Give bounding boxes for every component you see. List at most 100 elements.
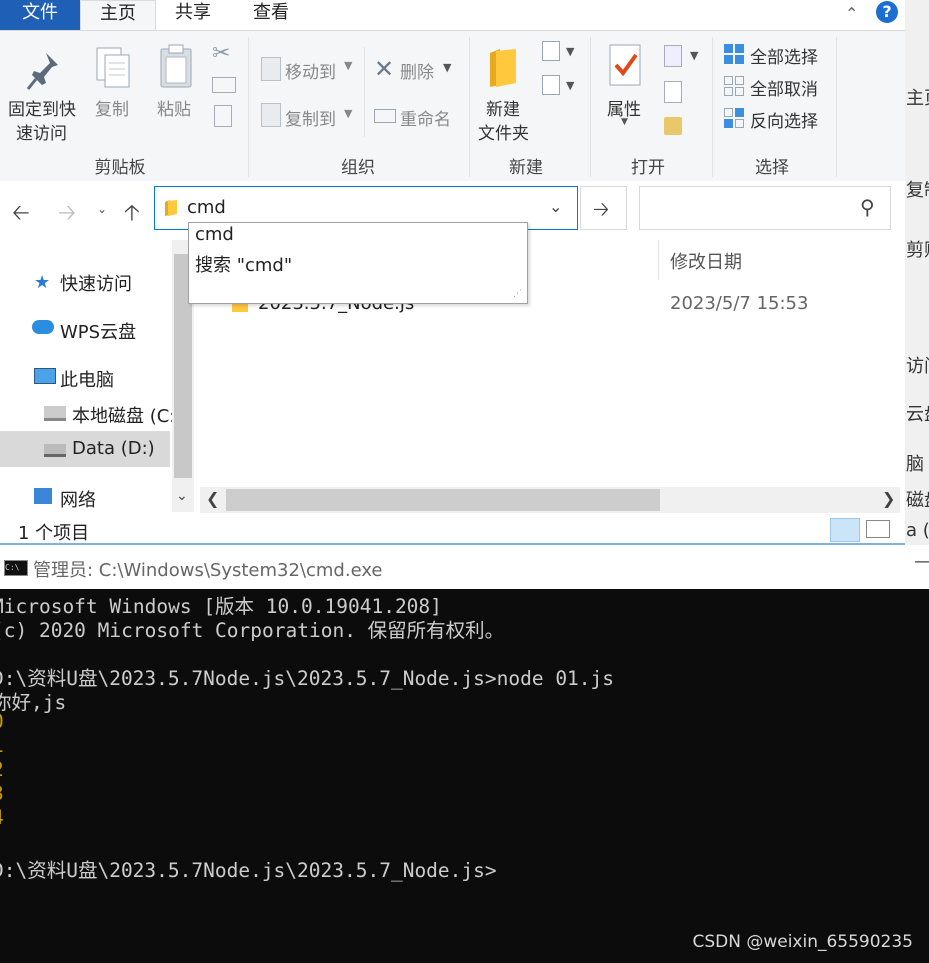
paste-shortcut-icon[interactable] — [214, 105, 232, 127]
scroll-left-icon[interactable]: ❮ — [206, 489, 219, 508]
cmd-title-bar[interactable]: C:\ 管理员: C:\Windows\System32\cmd.exe — — [0, 545, 929, 589]
collapse-ribbon-icon[interactable]: ⌃ — [845, 4, 858, 23]
delete-button[interactable]: 删除 — [400, 58, 434, 83]
console-output-number: 2 — [0, 758, 4, 781]
open-dropdown-icon[interactable]: ▼ — [690, 49, 698, 62]
paste-button[interactable]: 粘贴 — [157, 95, 191, 120]
nav-item-this-pc[interactable]: 此电脑 — [60, 366, 114, 392]
search-input[interactable]: ⚲ — [639, 186, 891, 230]
tab-view[interactable]: 查看 — [238, 0, 304, 30]
background-text: 剪贴 — [906, 240, 929, 261]
forward-arrow-icon[interactable]: 🡢 — [58, 196, 76, 234]
rename-icon — [374, 109, 396, 123]
star-icon: ★ — [34, 272, 51, 293]
nav-item-wps-cloud[interactable]: WPS云盘 — [60, 318, 136, 344]
tab-home[interactable]: 主页 — [80, 0, 156, 32]
console-prompt[interactable]: D:\资料U盘\2023.5.7Node.js\2023.5.7_Node.js… — [0, 854, 497, 883]
console-line: 你好,js — [0, 691, 67, 714]
resize-grip-icon[interactable]: ⋰ — [513, 289, 522, 299]
nav-scroll-down-icon[interactable]: ⌄ — [176, 488, 188, 504]
ribbon-tab-bar: 文件 主页 共享 查看 ⌃ ? — [0, 0, 905, 32]
copy-button[interactable]: 复制 — [95, 95, 129, 120]
console-output-number: 4 — [0, 806, 4, 829]
rename-button[interactable]: 重命名 — [400, 105, 451, 130]
background-text: 磁盘 — [906, 490, 929, 511]
nav-item-local-disk-c[interactable]: 本地磁盘 (C: — [72, 402, 175, 428]
select-group-label: 选择 — [755, 158, 789, 178]
paste-icon — [160, 44, 192, 88]
folder-icon — [165, 200, 177, 216]
console-output-number: 3 — [0, 782, 4, 805]
new-group-label: 新建 — [509, 158, 543, 178]
watermark: CSDN @weixin_65590235 — [692, 932, 913, 952]
file-list-scrollbar-thumb[interactable] — [226, 489, 660, 511]
help-icon[interactable]: ? — [876, 1, 898, 23]
item-count: 1 个项目 — [18, 523, 90, 544]
copy-to-dropdown-icon[interactable]: ▼ — [344, 107, 352, 120]
cmd-console[interactable]: Microsoft Windows [版本 10.0.19041.208] (c… — [0, 589, 929, 963]
background-text: 云盘 — [906, 404, 929, 425]
pin-icon — [26, 53, 58, 90]
copy-to-button[interactable]: 复制到 — [285, 105, 336, 130]
select-all-button[interactable]: 全部选择 — [750, 43, 818, 68]
search-icon: ⚲ — [860, 195, 875, 219]
nav-item-quick-access[interactable]: 快速访问 — [60, 270, 132, 296]
address-dropdown-chevron-icon[interactable]: ⌄ — [549, 197, 562, 216]
recent-locations-chevron-icon[interactable]: ⌄ — [97, 202, 107, 216]
properties-icon — [609, 44, 641, 86]
details-view-icon[interactable] — [830, 518, 860, 542]
group-separator — [590, 37, 591, 177]
file-row-modified: 2023/5/7 15:53 — [670, 293, 809, 314]
nav-item-network[interactable]: 网络 — [60, 486, 96, 512]
cmd-window-title: 管理员: C:\Windows\System32\cmd.exe — [33, 560, 383, 581]
background-text: 复制 — [906, 180, 929, 201]
easy-access-dropdown-icon[interactable]: ▼ — [566, 79, 574, 92]
select-all-icon — [724, 44, 744, 64]
address-input[interactable]: cmd — [187, 197, 226, 218]
group-separator — [712, 37, 713, 177]
new-item-dropdown-icon[interactable]: ▼ — [566, 45, 574, 58]
pin-quick-access-label-2[interactable]: 速访问 — [16, 119, 67, 144]
autocomplete-item-search[interactable]: 搜索 "cmd" — [195, 251, 292, 277]
large-icons-view-icon[interactable] — [866, 520, 890, 538]
up-arrow-icon[interactable]: 🡡 — [124, 196, 140, 234]
back-arrow-icon[interactable]: 🡠 — [12, 196, 30, 234]
clipboard-group-label: 剪贴板 — [94, 158, 146, 178]
move-to-dropdown-icon[interactable]: ▼ — [344, 59, 352, 72]
computer-icon — [34, 368, 56, 384]
tab-share[interactable]: 共享 — [160, 0, 226, 30]
autocomplete-item-cmd[interactable]: cmd — [195, 224, 234, 245]
status-bar: 1 个项目 — [0, 516, 905, 544]
cloud-icon — [32, 320, 54, 334]
column-header-modified[interactable]: 修改日期 — [670, 248, 742, 274]
new-folder-label-2[interactable]: 文件夹 — [478, 119, 529, 144]
history-icon[interactable] — [664, 117, 682, 135]
new-folder-icon — [490, 49, 516, 87]
select-none-icon — [724, 76, 744, 96]
group-separator — [248, 37, 249, 177]
go-button[interactable]: 🡢 — [580, 186, 627, 230]
new-item-icon[interactable] — [542, 41, 560, 61]
drive-d-icon — [44, 444, 66, 457]
easy-access-icon[interactable] — [542, 75, 560, 95]
scroll-right-icon[interactable]: ❯ — [882, 489, 895, 508]
edit-icon[interactable] — [664, 81, 682, 103]
address-autocomplete-dropdown: cmd 搜索 "cmd" ⋰ — [188, 222, 528, 304]
minimize-icon[interactable]: — — [914, 551, 929, 572]
properties-dropdown-icon[interactable]: ▼ — [621, 117, 628, 127]
tab-file[interactable]: 文件 — [0, 0, 80, 30]
select-none-button[interactable]: 全部取消 — [750, 75, 818, 100]
pin-quick-access-label[interactable]: 固定到快 — [8, 95, 76, 120]
cut-icon[interactable]: ✂ — [212, 41, 230, 66]
console-line: D:\资料U盘\2023.5.7Node.js\2023.5.7_Node.js… — [0, 667, 615, 690]
copy-path-icon[interactable] — [212, 77, 236, 93]
new-folder-label[interactable]: 新建 — [486, 95, 520, 120]
delete-dropdown-icon[interactable]: ▼ — [443, 61, 451, 74]
open-icon[interactable] — [664, 45, 682, 67]
nav-item-data-d[interactable]: Data (D:) — [72, 438, 155, 459]
invert-selection-button[interactable]: 反向选择 — [750, 107, 818, 132]
move-to-button[interactable]: 移动到 — [285, 58, 336, 83]
background-text: 访问 — [906, 356, 929, 377]
organize-group-label: 组织 — [341, 158, 375, 178]
background-text: a (D — [906, 520, 929, 541]
